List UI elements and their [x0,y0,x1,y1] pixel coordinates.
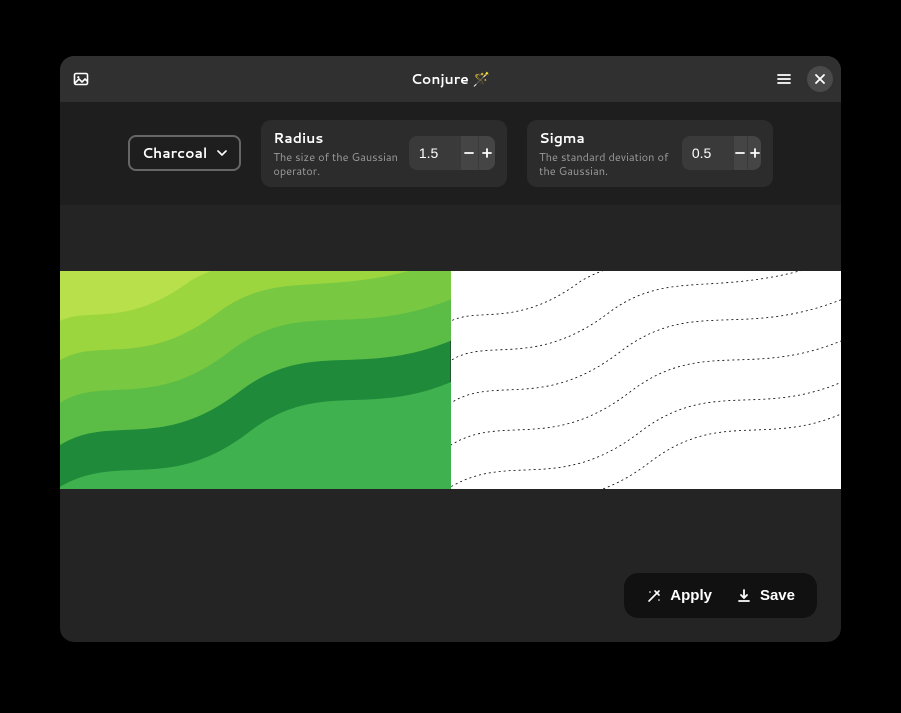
minus-icon [734,147,746,159]
sigma-description: The standard deviation of the Gaussian. [539,150,672,179]
radius-label: Radius [273,128,399,148]
hamburger-menu-button[interactable] [771,66,797,92]
save-button[interactable]: Save [736,587,795,604]
preview-area [60,205,841,555]
caret-down-icon [217,150,227,156]
radius-increment-button[interactable] [478,136,495,170]
sigma-decrement-button[interactable] [734,136,747,170]
wand-icon [646,588,662,604]
sigma-increment-button[interactable] [747,136,761,170]
radius-description: The size of the Gaussian operator. [273,150,399,179]
hamburger-icon [776,71,792,87]
plus-icon [481,147,493,159]
sigma-spinbox [682,136,761,170]
save-label: Save [760,587,795,604]
sigma-group: Sigma The standard deviation of the Gaus… [527,120,773,187]
radius-group: Radius The size of the Gaussian operator… [261,120,507,187]
window-title: Conjure 🪄 [60,69,841,89]
apply-button[interactable]: Apply [646,587,712,604]
close-icon [814,73,826,85]
app-window: Conjure 🪄 Charcoal Radius Th [60,56,841,642]
sigma-input[interactable] [682,136,734,170]
plus-icon [749,147,761,159]
close-button[interactable] [807,66,833,92]
apply-label: Apply [670,587,712,604]
filter-toolbar: Charcoal Radius The size of the Gaussian… [60,102,841,205]
radius-input[interactable] [409,136,461,170]
preview-original [60,271,451,489]
download-icon [736,588,752,604]
sigma-label: Sigma [539,128,672,148]
radius-spinbox [409,136,495,170]
titlebar: Conjure 🪄 [60,56,841,102]
image-icon-button[interactable] [68,66,94,92]
action-bar: Apply Save [624,573,817,618]
minus-icon [463,147,475,159]
preview-result [451,271,842,489]
filter-dropdown[interactable]: Charcoal [128,135,241,171]
preview-split [60,271,841,489]
radius-decrement-button[interactable] [461,136,478,170]
footer: Apply Save [60,555,841,642]
image-icon [73,71,89,87]
filter-selected-label: Charcoal [142,143,207,163]
